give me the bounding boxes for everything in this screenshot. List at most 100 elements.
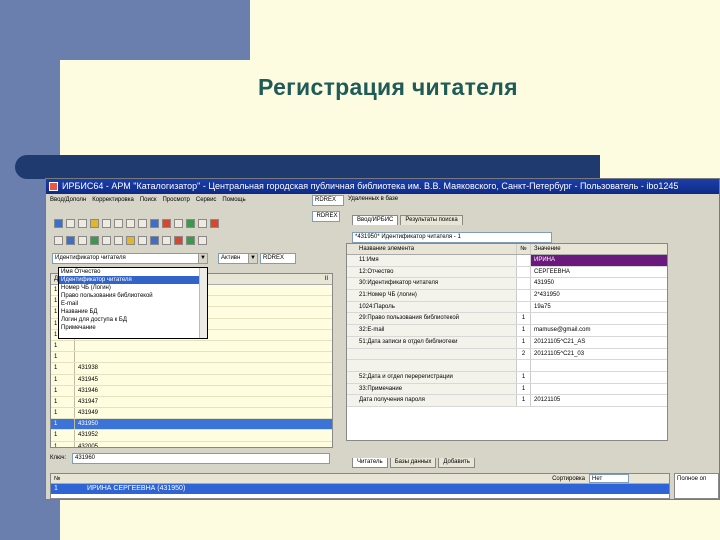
- lock-icon[interactable]: [78, 236, 87, 245]
- record-editor-header: Название элемента № Значение: [347, 244, 667, 255]
- dropdown-option[interactable]: E-mail: [59, 300, 207, 308]
- record-field[interactable]: *431950* Идентификатор читателя - 1: [352, 232, 552, 243]
- table-row[interactable]: 51:Дата записи в отдел библиотеки 1 201211…: [347, 336, 667, 349]
- list-item[interactable]: 1 431952: [51, 430, 332, 442]
- dropdown-option[interactable]: Примечание: [59, 324, 207, 332]
- dropdown-option[interactable]: Имя Отчество: [59, 268, 207, 276]
- table-row[interactable]: 52:Дата и отдел перерегистрации 1: [347, 371, 667, 384]
- table-row[interactable]: 29:Право пользования библиотекой 1: [347, 313, 667, 326]
- list-item[interactable]: 1: [51, 352, 332, 364]
- tab-add[interactable]: Добавить: [438, 458, 475, 468]
- table-row[interactable]: Дата получения пароля 1 20121105: [347, 395, 667, 407]
- delete-icon[interactable]: [162, 219, 171, 228]
- result-row-selected[interactable]: 1 ИРИНА СЕРГЕЕВНА (431950): [51, 484, 669, 494]
- first-record-icon[interactable]: [102, 219, 111, 228]
- open-icon[interactable]: [66, 219, 75, 228]
- menu-item-view[interactable]: Просмотр: [162, 194, 189, 206]
- print-icon[interactable]: [174, 219, 183, 228]
- table-row[interactable]: 1024:Пароль 19a75: [347, 301, 667, 314]
- list-item-selected[interactable]: 1 431950: [51, 419, 332, 431]
- table-row[interactable]: 30:Идентификатор читателя 431950: [347, 278, 667, 291]
- tab-reader[interactable]: Читатель: [352, 458, 388, 468]
- flag-icon[interactable]: [174, 236, 183, 245]
- table-row[interactable]: 12:Отчество СЕРГЕЕВНА: [347, 266, 667, 279]
- search-field-select[interactable]: Идентификатор читателя ▼: [52, 253, 208, 264]
- list-item[interactable]: 1 432005: [51, 441, 332, 447]
- slide-title: Регистрация читателя: [258, 74, 518, 100]
- dropdown-option[interactable]: Логин для доступа к БД: [59, 316, 207, 324]
- menu-item-edit[interactable]: Корректировка: [92, 194, 134, 206]
- tab-input[interactable]: Ввод/ИРБИС: [352, 215, 399, 225]
- mail-icon[interactable]: [162, 236, 171, 245]
- chart-icon[interactable]: [198, 236, 207, 245]
- db-status: Удаленных в базе: [348, 196, 399, 202]
- menu-item-service[interactable]: Сервис: [196, 194, 217, 206]
- prev-record-icon[interactable]: [114, 219, 123, 228]
- chevron-down-icon[interactable]: ▼: [198, 254, 207, 263]
- undo-icon[interactable]: [78, 219, 87, 228]
- next-record-icon[interactable]: [126, 219, 135, 228]
- menu-item-search[interactable]: Поиск: [140, 194, 157, 206]
- dropdown-option[interactable]: Номер ЧБ (Логин): [59, 284, 207, 292]
- find-icon[interactable]: [102, 236, 111, 245]
- key-label: Ключ:: [50, 455, 67, 461]
- menu-item-input[interactable]: Ввод/Дополн: [50, 194, 86, 206]
- list-item[interactable]: 1 431949: [51, 408, 332, 420]
- check-icon[interactable]: [186, 236, 195, 245]
- new-record-icon[interactable]: [54, 219, 63, 228]
- key-input[interactable]: 431960: [72, 453, 330, 464]
- edit-icon[interactable]: [66, 236, 75, 245]
- save-icon[interactable]: [186, 219, 195, 228]
- tab-databases[interactable]: Базы данных: [389, 458, 437, 468]
- menu-item-help[interactable]: Помощь: [222, 194, 245, 206]
- refresh-icon[interactable]: [90, 236, 99, 245]
- list-item[interactable]: 1 431938: [51, 363, 332, 375]
- db-select[interactable]: RDREX: [260, 253, 296, 264]
- export-icon[interactable]: [114, 236, 123, 245]
- close-icon[interactable]: [210, 219, 219, 228]
- db-name-field[interactable]: RDREX: [312, 211, 340, 222]
- table-row[interactable]: 11:Имя ИРИНА: [347, 255, 667, 267]
- table-row[interactable]: 33:Примечание 1: [347, 383, 667, 396]
- slide-accent-bar: [15, 155, 600, 179]
- last-record-icon[interactable]: [138, 219, 147, 228]
- settings-icon[interactable]: [198, 219, 207, 228]
- dropdown-scrollbar[interactable]: [199, 268, 207, 338]
- list-item[interactable]: 1 431946: [51, 385, 332, 397]
- list-item[interactable]: 1 431945: [51, 374, 332, 386]
- table-row[interactable]: [347, 360, 667, 372]
- copy-icon[interactable]: [90, 219, 99, 228]
- top-tabs: Ввод/ИРБИС Результаты поиска: [352, 215, 463, 225]
- sort-select[interactable]: Нет: [589, 474, 629, 483]
- option-value: Активн: [221, 255, 241, 261]
- dropdown-option[interactable]: Название БД: [59, 308, 207, 316]
- full-description-panel: Полное оп: [674, 473, 719, 499]
- search-field-value: Идентификатор читателя: [55, 255, 126, 261]
- filter-icon[interactable]: [54, 236, 63, 245]
- app-window: ИРБИС64 - АРМ "Каталогизатор" - Централь…: [45, 178, 720, 500]
- result-list: № Сортировка Нет 1 ИРИНА СЕРГЕЕВНА (4319…: [50, 473, 670, 499]
- list-item[interactable]: 1 431947: [51, 396, 332, 409]
- result-list-header: № Сортировка Нет: [51, 474, 669, 484]
- dropdown-option[interactable]: Право пользования библиотекой: [59, 292, 207, 300]
- field-dropdown: Имя Отчество Идентификатор читателя Номе…: [58, 267, 208, 339]
- menu-bar: Ввод/Дополн Корректировка Поиск Просмотр…: [46, 194, 308, 206]
- slide-top-band: [60, 0, 250, 60]
- window-title: ИРБИС64 - АРМ "Каталогизатор" - Централь…: [62, 181, 679, 191]
- chevron-down-icon[interactable]: ▼: [248, 254, 257, 263]
- dropdown-option-selected[interactable]: Идентификатор читателя: [59, 276, 207, 284]
- table-row[interactable]: 21:Номер ЧБ (логин) 2*431950: [347, 290, 667, 302]
- record-editor-table: Название элемента № Значение 11:Имя ИРИНА…: [346, 243, 668, 441]
- folder-icon[interactable]: [126, 236, 135, 245]
- table-row[interactable]: 2 20121105^C21_03: [347, 348, 667, 361]
- window-titlebar[interactable]: ИРБИС64 - АРМ "Каталогизатор" - Централь…: [46, 179, 719, 194]
- option-select[interactable]: Активн ▼: [218, 253, 258, 264]
- table-row[interactable]: 32:E-mail 1 mamuse@gmail.com: [347, 325, 667, 337]
- tab-search-results[interactable]: Результаты поиска: [400, 215, 463, 225]
- list-icon[interactable]: [138, 236, 147, 245]
- list-item[interactable]: 1: [51, 340, 332, 353]
- sort-icon[interactable]: [150, 236, 159, 245]
- db-label-field[interactable]: RDREX: [312, 195, 344, 206]
- toolbar-second: [50, 236, 207, 245]
- grid-icon[interactable]: [150, 219, 159, 228]
